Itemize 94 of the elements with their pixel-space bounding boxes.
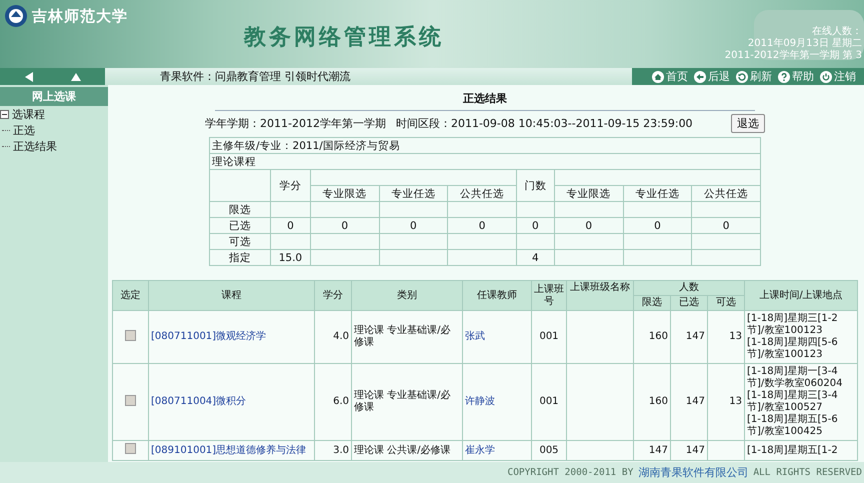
toolbar-link[interactable]: 注销 (820, 69, 856, 84)
table-cell: [1-18周]星期三[1-2节]/教室100123 [1-18周]星期四[5-6节]/教室100123 (744, 310, 858, 364)
column-header: 类别 (352, 280, 462, 310)
logo-text: 吉林师范大学 (32, 6, 128, 26)
back-icon (694, 70, 706, 82)
column-header: 人数 (634, 280, 745, 296)
table-cell: [1-18周]星期五[1-2 (744, 440, 858, 460)
sidebar-title: 网上选课 (0, 87, 108, 106)
help-icon (778, 70, 790, 82)
table-cell: 13 (708, 310, 745, 364)
table-cell: 147 (634, 440, 670, 460)
row-header: 可选 (210, 234, 270, 250)
column-header: 专业任选 (623, 186, 692, 202)
column-header: 上课时间/上课地点 (744, 280, 858, 310)
teacher-link[interactable]: 许静波 (465, 396, 495, 407)
emblem-icon (4, 4, 28, 28)
left-arrow-icon[interactable] (22, 70, 35, 82)
column-header: 限选 (634, 296, 670, 310)
column-header: 上课班号 (532, 280, 566, 310)
column-header: 学分 (270, 170, 310, 202)
table-cell: 0 (448, 218, 516, 234)
course-link[interactable]: [080711004]微积分 (151, 396, 246, 407)
column-header: 任课教师 (462, 280, 532, 310)
toolbar-link[interactable]: 帮助 (778, 69, 814, 84)
column-header: 选定 (112, 280, 148, 310)
page-title: 正选结果 (463, 92, 507, 105)
table-cell: 147 (670, 310, 708, 364)
up-arrow-icon[interactable] (70, 70, 82, 82)
tree-toggle-icon[interactable] (0, 110, 9, 118)
column-header: 专业限选 (310, 186, 380, 202)
system-title: 教务网络管理系统 (244, 24, 444, 52)
row-header: 限选 (210, 202, 270, 218)
table-cell: 理论课 专业基础课/必修课 (352, 310, 462, 364)
toolbar-link[interactable]: 后退 (694, 69, 730, 84)
course-link[interactable]: [080711001]微观经济学 (151, 331, 266, 342)
table-cell: [1-18周]星期一[3-4节]/数学教室060204 [1-18周]星期三[3-4节]/教室100527 [1-18周]星期五[5-6节]/教室100425 (744, 364, 858, 440)
term-text: 学年学期：2011-2012学年第一学期 (205, 116, 386, 131)
power-icon (820, 70, 832, 82)
home-icon (652, 70, 664, 82)
table-cell: 147 (670, 440, 708, 460)
column-header: 专业任选 (379, 186, 448, 202)
online-count-label: 在线人数： (812, 26, 862, 38)
column-header: 门数 (516, 170, 554, 202)
column-header: 课程 (148, 280, 314, 310)
table-cell: 理论课 专业基础课/必修课 (352, 364, 462, 440)
copyright-text: COPYRIGHT 2000-2011 BY (507, 467, 634, 478)
column-header: 学分 (314, 280, 352, 310)
table-cell: 0 (516, 218, 554, 234)
column-header: 已选 (670, 296, 708, 310)
toolbar-link[interactable]: 刷新 (736, 69, 772, 84)
table-cell: 0 (270, 218, 310, 234)
tree-item[interactable]: 选课程 (12, 106, 45, 122)
table-cell: 4.0 (314, 310, 352, 364)
table-cell: 0 (310, 218, 380, 234)
company-link[interactable]: 湖南青果软件有限公司 (638, 465, 748, 480)
column-header: 公共任选 (448, 186, 516, 202)
checkbox[interactable] (125, 443, 136, 454)
checkbox[interactable] (125, 394, 136, 406)
tree-item[interactable]: 正选结果 (13, 138, 57, 154)
column-header: 专业限选 (554, 186, 624, 202)
refresh-icon (736, 70, 748, 82)
table-cell: 4 (516, 250, 554, 266)
column-header: 上课班级名称 (566, 280, 634, 310)
table-cell: 005 (532, 440, 566, 460)
row-header: 指定 (210, 250, 270, 266)
table-cell: 001 (532, 310, 566, 364)
table-cell: 0 (554, 218, 624, 234)
table-cell: 15.0 (270, 250, 310, 266)
table-cell: 0 (379, 218, 448, 234)
teacher-link[interactable]: 张武 (465, 331, 485, 342)
period-text: 时间区段：2011-09-08 10:45:03--2011-09-15 23:59:00 (396, 116, 694, 131)
term-week-text: 2011-2012学年第一学期 第 3 (724, 50, 862, 62)
row-header: 已选 (210, 218, 270, 234)
column-header: 公共任选 (692, 186, 760, 202)
table-cell: 理论课 公共课/必修课 (352, 440, 462, 460)
column-header: 可选 (708, 296, 745, 310)
table-cell: 主修年级/专业：2011/国际经济与贸易 (210, 138, 760, 154)
table-cell: 理论课程 (210, 154, 760, 170)
table-cell: 13 (708, 364, 745, 440)
table-cell: 0 (692, 218, 760, 234)
tree-item[interactable]: 正选 (13, 122, 35, 138)
table-cell: 160 (634, 310, 670, 364)
toolbar-link[interactable]: 首页 (652, 69, 688, 84)
table-cell: 0 (623, 218, 692, 234)
checkbox[interactable] (125, 330, 136, 340)
date-text: 2011年09月13日 星期二 (748, 38, 862, 50)
table-cell: 001 (532, 364, 566, 440)
table-cell: 6.0 (314, 364, 352, 440)
slogan-text: 青果软件：问鼎教育管理 引领时代潮流 (160, 69, 350, 84)
withdraw-button[interactable]: 退选 (731, 114, 765, 133)
table-cell: 3.0 (314, 440, 352, 460)
table-cell: 160 (634, 364, 670, 440)
table-cell: 147 (670, 364, 708, 440)
copyright-text: ALL RIGHTS RESERVED (753, 467, 862, 478)
